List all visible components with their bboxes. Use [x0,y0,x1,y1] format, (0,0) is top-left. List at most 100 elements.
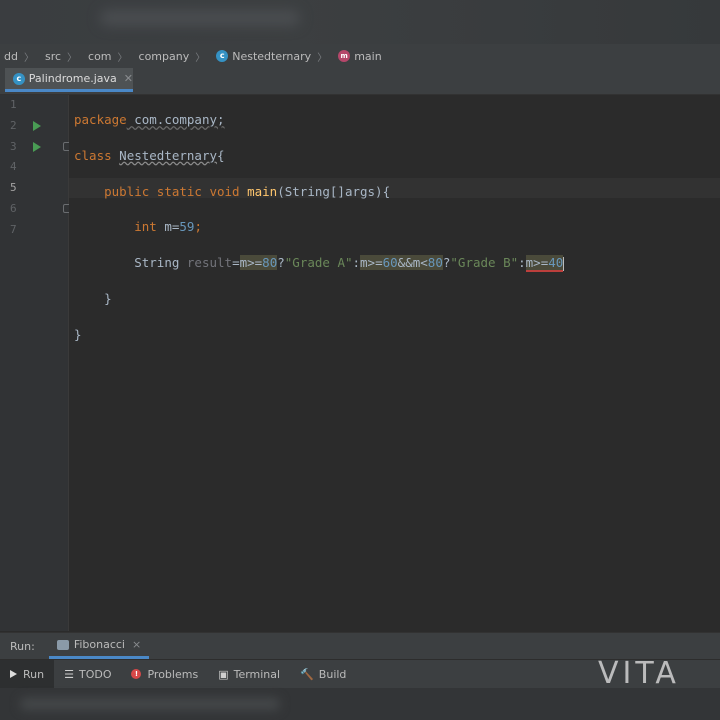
number-literal: 80 [262,255,278,271]
condition: m>= [525,255,549,273]
breadcrumb-item-method[interactable]: m main [334,50,385,63]
type-name: String [134,255,187,271]
line-number: 2 [10,119,17,132]
line-number: 7 [10,223,17,236]
brace: } [104,290,112,306]
breadcrumb-item-company[interactable]: company 〉 [135,49,213,64]
unused-variable: result [186,255,233,271]
semicolon: ; [194,219,202,235]
tool-problems-button[interactable]: ! Problems [121,660,208,688]
breadcrumb-label: company [138,49,190,63]
run-tab-label: Fibonacci [73,638,125,651]
tool-label: Run [23,667,45,681]
chevron-right-icon: 〉 [195,52,206,64]
bottom-blur-strip [0,688,720,720]
tool-label: Terminal [233,667,281,681]
code-line-4: int m=59; [74,217,564,238]
line-number: 5 [10,181,17,194]
tool-label: TODO [78,667,112,681]
tool-build-button[interactable]: 🔨 Build [290,660,356,688]
chevron-right-icon: 〉 [67,52,78,64]
keyword: class [74,147,112,163]
tab-label: Palindrome.java [28,72,117,85]
variable: m= [156,219,180,235]
code-line-7: } [74,325,564,346]
operator: : [518,255,526,271]
breadcrumb-item-class[interactable]: c Nestedternary 〉 [212,49,334,64]
method-name: main [247,183,278,199]
method-icon: m [338,50,351,62]
window-title-strip [0,0,720,44]
editor-gutter [0,95,69,631]
run-main-icon[interactable] [33,142,41,152]
method-args: (String[]args){ [277,183,391,199]
code-line-5: String result=m>=80?"Grade A":m>=60&&m<8… [74,253,565,274]
condition: m>= [239,255,263,271]
run-class-icon[interactable] [33,121,41,131]
text-caret [563,256,565,271]
class-icon: c [13,72,25,85]
tab-palindrome-java[interactable]: c Palindrome.java ✕ [5,68,133,92]
breadcrumb: dd 〉 src 〉 com 〉 company 〉 c Nestedternary 〉 m… [0,44,720,69]
condition: m>= [360,255,383,271]
brace: } [74,326,82,342]
breadcrumb-item-src[interactable]: src 〉 [41,49,84,64]
list-icon: ☰ [64,667,74,681]
operator: ? [277,255,285,271]
operator: : [352,255,361,271]
breadcrumb-label: com [88,49,112,63]
code-line-1: package com.company; [74,110,564,131]
package-name: com.company; [126,112,225,127]
chevron-right-icon: 〉 [23,52,34,64]
breadcrumb-label: src [44,49,62,63]
code-line-6: } [74,289,564,310]
string-literal: "Grade B" [450,255,519,271]
code-line-3: public static void main(String[]args){ [74,182,564,203]
keyword: int [134,219,157,235]
number-literal: 59 [179,219,195,235]
close-icon[interactable]: ✕ [124,72,133,85]
tool-label: Build [318,667,347,681]
hammer-icon: 🔨 [300,667,314,681]
breadcrumb-label: dd [4,49,18,63]
breadcrumb-item-project[interactable]: dd 〉 [0,49,41,64]
brace: { [217,147,225,163]
run-panel-header: Run: Fibonacci × [0,632,720,659]
code-content[interactable]: package com.company; class Nestedternary… [74,95,565,361]
breadcrumb-label: main [354,49,382,63]
watermark-logo: VITA [598,656,680,691]
blurred-status [20,698,280,710]
editor-tab-bar: c Palindrome.java ✕ [0,68,720,95]
blurred-title [100,10,300,26]
keyword: package [74,112,127,127]
class-icon: c [216,50,229,62]
run-tab-fibonacci[interactable]: Fibonacci × [48,634,150,659]
line-number: 3 [10,140,17,153]
breadcrumb-item-com[interactable]: com 〉 [84,49,135,64]
line-number: 4 [10,160,17,173]
operator: = [232,255,240,271]
terminal-icon: ▣ [218,667,229,681]
condition: m< [412,255,428,271]
keyword: public static void [104,183,240,199]
tool-run-button[interactable]: Run [0,660,55,688]
class-name: Nestedternary [119,147,218,163]
close-icon[interactable]: × [132,638,141,651]
line-number: 6 [10,202,17,215]
breadcrumb-label: Nestedternary [232,49,312,63]
tool-terminal-button[interactable]: ▣ Terminal [208,660,290,688]
play-icon [10,670,17,678]
string-literal: "Grade A" [284,255,353,271]
chevron-right-icon: 〉 [317,52,328,64]
run-panel-label: Run: [10,639,35,653]
code-line-2: class Nestedternary{ [74,146,564,167]
tool-label: Problems [147,667,199,681]
number-literal: 80 [427,255,443,271]
chevron-right-icon: 〉 [117,52,128,64]
line-number: 1 [10,98,17,111]
tool-todo-button[interactable]: ☰ TODO [54,660,121,688]
operator: && [397,255,413,271]
error-icon: ! [131,669,142,679]
number-literal: 60 [382,255,398,271]
run-config-icon [56,639,69,650]
